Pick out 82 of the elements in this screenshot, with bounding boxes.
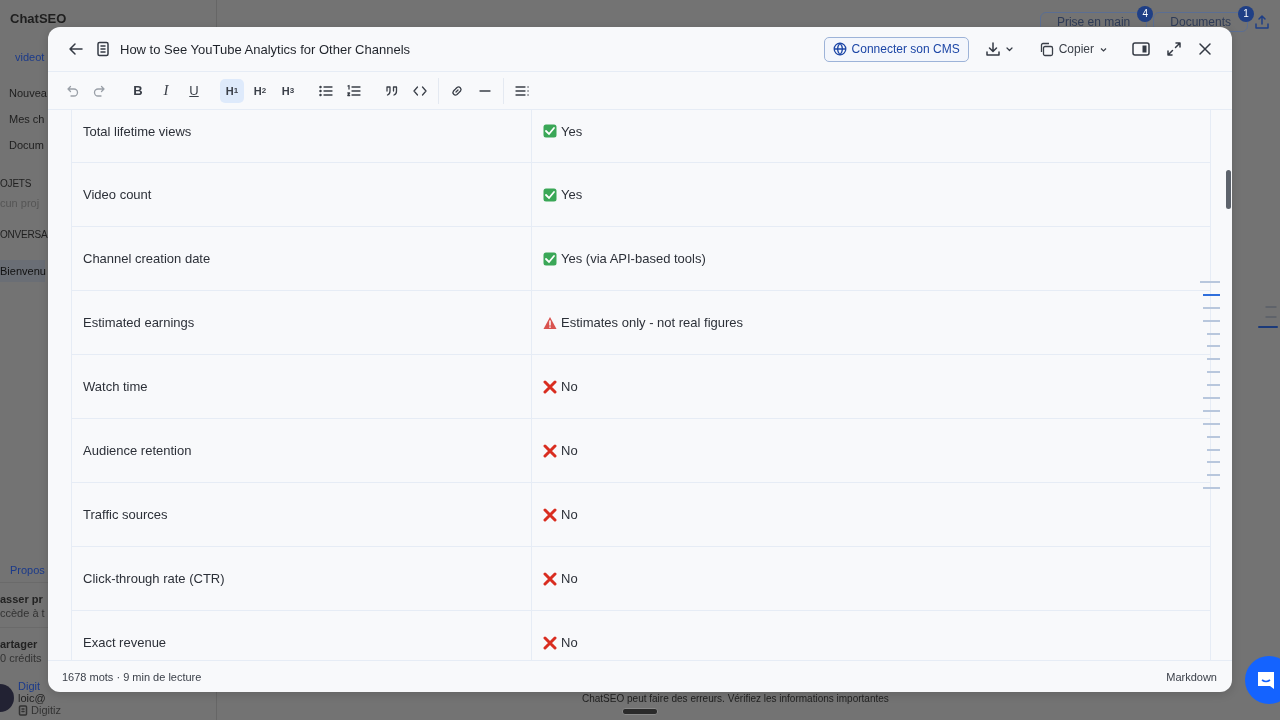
table-cell: Channel creation date [72, 227, 532, 290]
table-cell: No [561, 635, 578, 650]
chat-icon [1255, 669, 1277, 691]
outline-marker[interactable] [1207, 358, 1220, 361]
chat-button[interactable] [1245, 656, 1280, 704]
outline-marker[interactable] [1207, 384, 1220, 387]
outline-marker[interactable] [1207, 474, 1220, 477]
building-icon [18, 704, 28, 716]
avatar [0, 684, 14, 712]
outline-marker[interactable] [1207, 345, 1220, 348]
table-cell: Audience retention [72, 419, 532, 482]
word-count: 1678 mots · 9 min de lecture [62, 670, 202, 683]
back-arrow-icon [68, 41, 84, 57]
count-badge: 4 [1137, 6, 1154, 22]
document-title: How to See YouTube Analytics for Other Channels [120, 41, 411, 57]
count-badge: 1 [1238, 6, 1254, 22]
outline-marker[interactable] [1203, 487, 1220, 490]
expand-icon [1166, 41, 1182, 57]
copy-button[interactable]: Copier [1032, 40, 1114, 58]
share-icon [1254, 14, 1270, 30]
promo-subtitle: ccède à t [0, 607, 45, 619]
cross-icon [543, 379, 557, 394]
promo-title: artager [0, 638, 38, 650]
table-cell: Estimates only - not real figures [561, 315, 744, 330]
italic-button[interactable]: I [154, 78, 178, 103]
document-icon [96, 41, 110, 57]
checkbox-checked-icon [543, 251, 557, 266]
table-cell: No [561, 571, 578, 586]
table-cell: No [561, 443, 578, 458]
globe-icon [832, 42, 847, 56]
section-heading: OJETS [0, 178, 32, 189]
warning-icon [543, 315, 557, 330]
close-icon [1198, 42, 1212, 56]
table-cell: Traffic sources [72, 483, 532, 546]
panel-icon [1132, 41, 1150, 57]
app-name: ChatSEO [10, 11, 67, 26]
cross-icon [543, 635, 557, 650]
underline-button[interactable]: U [182, 78, 206, 103]
table-cell: Watch time [72, 355, 532, 418]
table-cell: No [561, 507, 578, 522]
download-icon [984, 41, 1015, 57]
scrollbar-thumb[interactable] [1226, 170, 1231, 209]
outline-marker[interactable] [1200, 281, 1220, 283]
numbered-list-icon [346, 82, 362, 99]
table-cell: Total lifetime views [72, 110, 532, 162]
user-name: Digit [18, 680, 41, 692]
table-cell: Click-through rate (CTR) [72, 547, 532, 610]
outline-marker[interactable] [1207, 461, 1220, 464]
table-cell: Exact revenue [72, 611, 532, 660]
copy-icon [1038, 41, 1054, 57]
table-cell: Estimated earnings [72, 291, 532, 354]
table-cell: Yes (via API-based tools) [561, 251, 706, 266]
outline-marker[interactable] [1207, 371, 1220, 374]
bold-button[interactable]: B [126, 78, 150, 103]
outline-marker[interactable] [1203, 422, 1220, 425]
horizontal-rule-icon [479, 89, 491, 92]
user-email: loic@ [18, 692, 47, 704]
table-cell: Yes [561, 124, 583, 139]
resize-handle[interactable] [622, 708, 658, 715]
promo-title: asser pr [0, 593, 43, 605]
disclaimer-text: ChatSEO peut faire des erreurs. Vérifiez les informations importantes [582, 693, 889, 704]
connect-cms-button[interactable]: Connecter son CMS [823, 36, 969, 62]
outline-marker[interactable] [1203, 319, 1220, 322]
outline-marker[interactable] [1207, 448, 1220, 451]
table-cell: No [561, 379, 578, 394]
outline-marker[interactable] [1207, 332, 1220, 335]
cross-icon [543, 507, 557, 522]
company-name: Digitiz [31, 704, 61, 716]
outline-marker[interactable] [1203, 409, 1220, 412]
checkbox-checked-icon [543, 187, 557, 202]
outline-marker[interactable] [1207, 435, 1220, 438]
table-cell: Video count [72, 163, 532, 226]
table-cell: Yes [561, 187, 583, 202]
cross-icon [543, 443, 557, 458]
outline-marker[interactable] [1203, 397, 1220, 399]
outline-marker[interactable] [1203, 293, 1220, 296]
checkbox-checked-icon [543, 124, 557, 138]
format-label: Markdown [1166, 670, 1217, 683]
outline-marker[interactable] [1203, 306, 1220, 309]
cross-icon [543, 571, 557, 586]
section-heading: ONVERSA [0, 229, 48, 240]
conversation-item[interactable]: Bienvenu [0, 260, 45, 282]
